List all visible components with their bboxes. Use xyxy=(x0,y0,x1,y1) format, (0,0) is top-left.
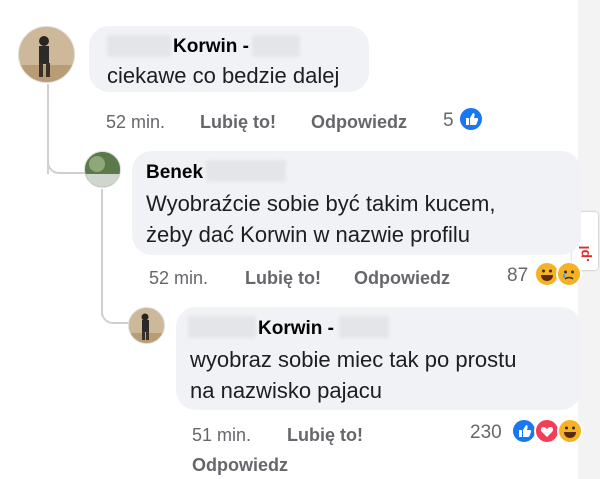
comment-time[interactable]: 52 min. xyxy=(106,112,165,133)
avatar[interactable] xyxy=(18,26,75,83)
nature-photo-icon xyxy=(85,152,120,187)
comment-author[interactable]: Benek xyxy=(146,162,203,184)
comment-text: ciekawe co bedzie dalej xyxy=(107,63,340,88)
comment-text: wyobraz sobie miec tak po prostu na nazw… xyxy=(190,347,517,403)
person-beach-photo-icon xyxy=(19,27,74,82)
comment-text: Wyobraźcie sobie być takim kucem, żeby d… xyxy=(146,191,496,247)
redacted-name xyxy=(206,160,286,182)
avatar[interactable] xyxy=(84,151,121,188)
comment-author[interactable]: Korwin - xyxy=(173,36,249,58)
comment-time[interactable]: 51 min. xyxy=(192,425,251,446)
like-button[interactable]: Lubię to! xyxy=(245,268,321,289)
comment-time[interactable]: 52 min. xyxy=(149,268,208,289)
comment-author[interactable]: Korwin - xyxy=(258,318,334,340)
reply-button[interactable]: Odpowiedz xyxy=(192,455,288,476)
redacted-name xyxy=(188,316,256,338)
thread-connector-2 xyxy=(101,300,129,324)
reactions-count[interactable]: 230 xyxy=(470,422,502,444)
comment-bubble[interactable]: Korwin - ciekawe co bedzie dalej xyxy=(89,26,369,92)
person-beach-photo-icon xyxy=(129,308,164,343)
like-button[interactable]: Lubię to! xyxy=(287,425,363,446)
reply-button[interactable]: Odpowiedz xyxy=(311,112,407,133)
reply-button[interactable]: Odpowiedz xyxy=(354,268,450,289)
sad-reaction-icon[interactable] xyxy=(556,261,582,287)
redacted-name xyxy=(339,316,389,338)
haha-reaction-icon[interactable] xyxy=(557,418,583,444)
like-reaction-icon[interactable] xyxy=(458,106,484,132)
comment-bubble[interactable]: Benek Wyobraźcie sobie być takim kucem, … xyxy=(132,151,581,255)
thread-line-sub xyxy=(101,189,103,316)
redacted-name xyxy=(107,35,171,57)
reactions-count[interactable]: 5 xyxy=(443,110,454,132)
redacted-name xyxy=(252,35,300,57)
reactions-count[interactable]: 87 xyxy=(507,265,528,287)
comment-bubble[interactable]: Korwin - wyobraz sobie miec tak po prost… xyxy=(176,307,581,410)
thread-connector-1 xyxy=(47,150,89,174)
avatar[interactable] xyxy=(128,307,165,344)
like-button[interactable]: Lubię to! xyxy=(200,112,276,133)
